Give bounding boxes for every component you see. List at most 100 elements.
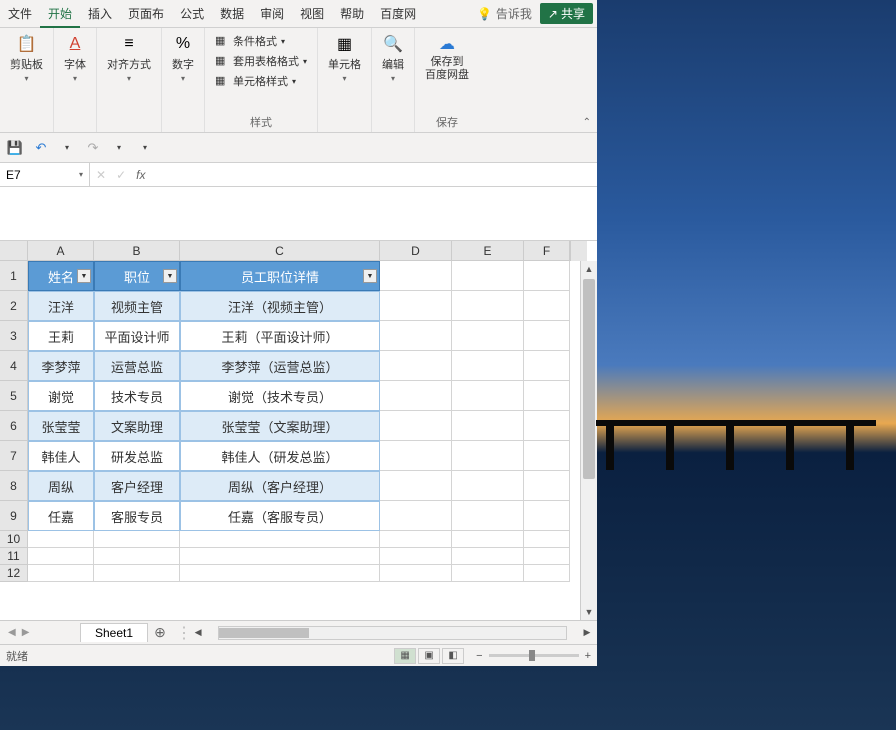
tab-data[interactable]: 数据: [212, 0, 252, 28]
cell-D9[interactable]: [380, 501, 452, 531]
cell-D3[interactable]: [380, 321, 452, 351]
cell-A3[interactable]: 王莉: [28, 321, 94, 351]
vscroll-thumb[interactable]: [583, 279, 595, 479]
cell-A10[interactable]: [28, 531, 94, 548]
save-baidu-button[interactable]: ☁ 保存到 百度网盘: [421, 32, 473, 84]
cell-E11[interactable]: [452, 548, 524, 565]
formula-bar[interactable]: ✕ ✓ fx: [90, 168, 597, 182]
cell-D5[interactable]: [380, 381, 452, 411]
row-header-1[interactable]: 1: [0, 261, 28, 291]
redo-dropdown[interactable]: ▾: [110, 139, 128, 157]
cell-F2[interactable]: [524, 291, 570, 321]
tell-me[interactable]: 💡 告诉我: [469, 5, 540, 22]
enter-icon[interactable]: ✓: [116, 168, 126, 182]
cell-styles-button[interactable]: ▦ 单元格样式 ▾: [211, 72, 311, 90]
cell-B5[interactable]: 技术专员: [94, 381, 180, 411]
tab-review[interactable]: 审阅: [252, 0, 292, 28]
tab-help[interactable]: 帮助: [332, 0, 372, 28]
cancel-icon[interactable]: ✕: [96, 168, 106, 182]
cell-B8[interactable]: 客户经理: [94, 471, 180, 501]
cell-C6[interactable]: 张莹莹（文案助理）: [180, 411, 380, 441]
cell-A1[interactable]: 姓名▼: [28, 261, 94, 291]
row-header-5[interactable]: 5: [0, 381, 28, 411]
select-all-corner[interactable]: [0, 241, 28, 261]
hscroll-thumb[interactable]: [219, 628, 309, 638]
filter-button[interactable]: ▼: [363, 269, 377, 283]
row-header-12[interactable]: 12: [0, 565, 28, 582]
conditional-format-button[interactable]: ▦ 条件格式 ▾: [211, 32, 311, 50]
cell-A2[interactable]: 汪洋: [28, 291, 94, 321]
cell-D4[interactable]: [380, 351, 452, 381]
cell-C7[interactable]: 韩佳人（研发总监）: [180, 441, 380, 471]
first-sheet-icon[interactable]: ◀: [8, 627, 16, 638]
normal-view-button[interactable]: ▦: [394, 648, 416, 664]
cell-F3[interactable]: [524, 321, 570, 351]
cell-D10[interactable]: [380, 531, 452, 548]
cell-A6[interactable]: 张莹莹: [28, 411, 94, 441]
zoom-handle[interactable]: [529, 650, 535, 661]
scroll-up-arrow[interactable]: ▲: [581, 261, 597, 277]
row-header-11[interactable]: 11: [0, 548, 28, 565]
col-header-A[interactable]: A: [28, 241, 94, 261]
cell-F12[interactable]: [524, 565, 570, 582]
cell-E8[interactable]: [452, 471, 524, 501]
cell-D8[interactable]: [380, 471, 452, 501]
paste-button[interactable]: 📋 剪贴板 ▾: [6, 32, 47, 85]
cell-D11[interactable]: [380, 548, 452, 565]
row-header-6[interactable]: 6: [0, 411, 28, 441]
undo-button[interactable]: ↶: [32, 139, 50, 157]
tab-file[interactable]: 文件: [0, 0, 40, 28]
cells-button[interactable]: ▦ 单元格 ▾: [324, 32, 365, 85]
cell-B3[interactable]: 平面设计师: [94, 321, 180, 351]
cell-A7[interactable]: 韩佳人: [28, 441, 94, 471]
horizontal-scrollbar[interactable]: [218, 626, 567, 640]
cell-E10[interactable]: [452, 531, 524, 548]
cell-B7[interactable]: 研发总监: [94, 441, 180, 471]
zoom-in-button[interactable]: +: [585, 650, 591, 662]
cell-C9[interactable]: 任嘉（客服专员）: [180, 501, 380, 531]
col-header-B[interactable]: B: [94, 241, 180, 261]
cell-B4[interactable]: 运营总监: [94, 351, 180, 381]
cell-E4[interactable]: [452, 351, 524, 381]
cell-E12[interactable]: [452, 565, 524, 582]
cell-C5[interactable]: 谢觉（技术专员）: [180, 381, 380, 411]
cell-D2[interactable]: [380, 291, 452, 321]
tab-insert[interactable]: 插入: [80, 0, 120, 28]
vertical-scrollbar[interactable]: ▲ ▼: [580, 261, 597, 620]
fx-label[interactable]: fx: [136, 168, 145, 182]
cell-F6[interactable]: [524, 411, 570, 441]
row-header-4[interactable]: 4: [0, 351, 28, 381]
cell-D1[interactable]: [380, 261, 452, 291]
tab-baidu[interactable]: 百度网: [372, 0, 424, 28]
redo-button[interactable]: ↷: [84, 139, 102, 157]
font-button[interactable]: A 字体 ▾: [60, 32, 90, 85]
cell-E1[interactable]: [452, 261, 524, 291]
cell-A12[interactable]: [28, 565, 94, 582]
cell-F7[interactable]: [524, 441, 570, 471]
scroll-left-arrow[interactable]: ◀: [192, 627, 204, 638]
cell-E6[interactable]: [452, 411, 524, 441]
cell-C4[interactable]: 李梦萍（运营总监）: [180, 351, 380, 381]
cell-D12[interactable]: [380, 565, 452, 582]
page-layout-view-button[interactable]: ▣: [418, 648, 440, 664]
page-break-view-button[interactable]: ◧: [442, 648, 464, 664]
cell-A9[interactable]: 任嘉: [28, 501, 94, 531]
cell-E2[interactable]: [452, 291, 524, 321]
name-box[interactable]: E7 ▾: [0, 163, 90, 186]
cell-A11[interactable]: [28, 548, 94, 565]
cell-D6[interactable]: [380, 411, 452, 441]
editing-button[interactable]: 🔍 编辑 ▾: [378, 32, 408, 85]
cells-area[interactable]: 姓名▼职位▼员工职位详情▼汪洋视频主管汪洋（视频主管）王莉平面设计师王莉（平面设…: [28, 261, 580, 620]
number-button[interactable]: % 数字 ▾: [168, 32, 198, 85]
col-header-F[interactable]: F: [524, 241, 570, 261]
cell-B6[interactable]: 文案助理: [94, 411, 180, 441]
scroll-right-arrow[interactable]: ▶: [581, 627, 593, 638]
cell-B1[interactable]: 职位▼: [94, 261, 180, 291]
collapse-ribbon-button[interactable]: ⌃: [583, 117, 591, 128]
filter-button[interactable]: ▼: [163, 269, 177, 283]
save-button[interactable]: 💾: [6, 139, 24, 157]
cell-E5[interactable]: [452, 381, 524, 411]
col-header-E[interactable]: E: [452, 241, 524, 261]
cell-C8[interactable]: 周纵（客户经理）: [180, 471, 380, 501]
cell-E3[interactable]: [452, 321, 524, 351]
